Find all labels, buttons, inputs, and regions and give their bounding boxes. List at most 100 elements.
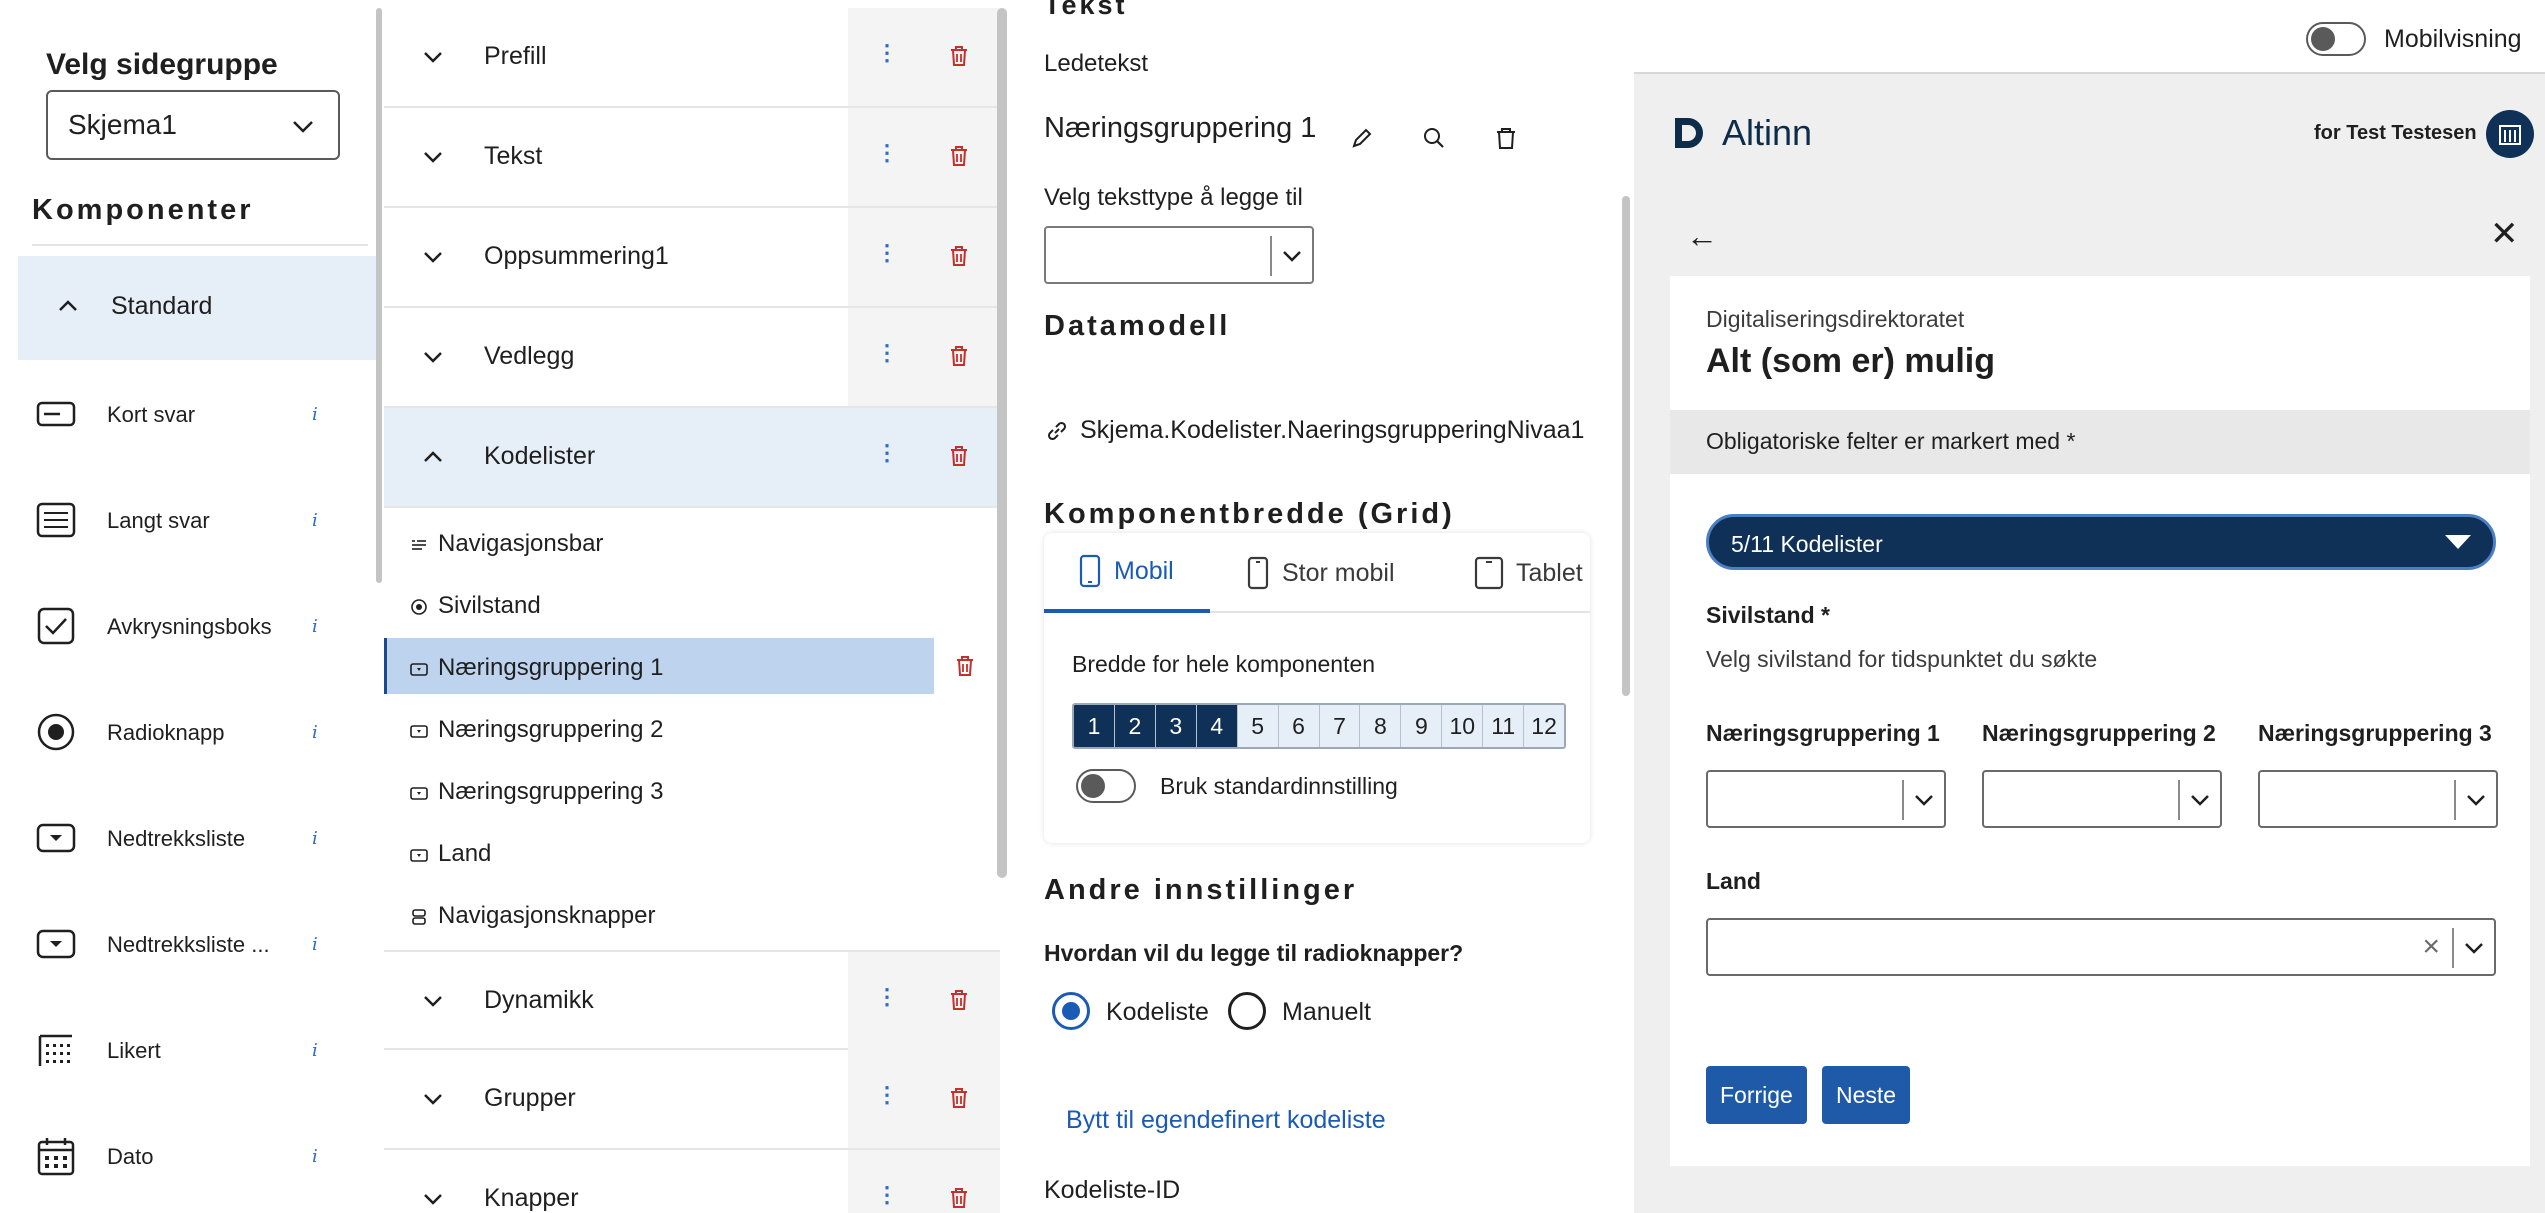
standard-group-label: Standard bbox=[111, 292, 213, 320]
grid-cell[interactable]: 8 bbox=[1360, 705, 1402, 747]
search-icon[interactable] bbox=[1418, 122, 1450, 154]
component-item-radio[interactable]: Radioknapp i bbox=[18, 680, 376, 786]
tree-group-oppsummering[interactable]: Oppsummering1 ⋮ bbox=[384, 208, 1000, 308]
component-item-long-answer[interactable]: Langt svar i bbox=[18, 468, 376, 574]
tree-group-knapper[interactable]: Knapper ⋮ bbox=[384, 1150, 1000, 1213]
info-icon[interactable]: i bbox=[312, 404, 318, 425]
grid-cell[interactable]: 4 bbox=[1196, 705, 1238, 747]
components-scrollbar[interactable] bbox=[376, 8, 382, 583]
standard-toggle[interactable] bbox=[1076, 769, 1136, 803]
tab-mobil[interactable]: Mobil bbox=[1044, 533, 1210, 613]
land-dropdown[interactable]: × bbox=[1706, 918, 2496, 976]
component-item-dropdown-multi[interactable]: Nedtrekksliste ... i bbox=[18, 892, 376, 998]
grid-cell[interactable]: 2 bbox=[1114, 705, 1156, 747]
more-options-icon[interactable]: ⋮ bbox=[876, 240, 898, 266]
delete-icon[interactable] bbox=[948, 988, 970, 1012]
delete-icon[interactable] bbox=[948, 244, 970, 268]
tree-item-naeringsgruppering-1[interactable]: Næringsgruppering 1 bbox=[384, 638, 1000, 700]
dropdown-icon bbox=[410, 787, 428, 800]
delete-icon[interactable] bbox=[948, 444, 970, 468]
more-options-icon[interactable]: ⋮ bbox=[876, 140, 898, 166]
component-item-date[interactable]: Dato i bbox=[18, 1104, 376, 1210]
clear-icon[interactable]: × bbox=[2422, 930, 2440, 964]
tree-item-naeringsgruppering-2[interactable]: Næringsgruppering 2 bbox=[384, 700, 1000, 762]
dropdown-icon bbox=[36, 823, 76, 853]
mobile-view-toggle[interactable] bbox=[2306, 22, 2366, 56]
grid-cell[interactable]: 6 bbox=[1278, 705, 1320, 747]
naeringsgruppering-3-dropdown[interactable] bbox=[2258, 770, 2498, 828]
tree-item-navigasjonsknapper[interactable]: Navigasjonsknapper bbox=[384, 886, 1000, 948]
grid-cell[interactable]: 11 bbox=[1483, 705, 1525, 747]
component-label: Dato bbox=[107, 1144, 154, 1169]
pencil-icon[interactable] bbox=[1346, 122, 1378, 154]
altinn-logo: Altinn bbox=[1670, 112, 1812, 154]
other-settings-title: Andre innstillinger bbox=[1044, 874, 1358, 906]
delete-icon[interactable] bbox=[948, 1186, 970, 1210]
info-icon[interactable]: i bbox=[312, 510, 318, 531]
info-icon[interactable]: i bbox=[312, 934, 318, 955]
grid-cell[interactable]: 10 bbox=[1442, 705, 1484, 747]
naeringsgruppering-2-dropdown[interactable] bbox=[1982, 770, 2222, 828]
delete-icon[interactable] bbox=[948, 144, 970, 168]
tree-group-label: Dynamikk bbox=[484, 986, 594, 1014]
org-avatar[interactable] bbox=[2486, 110, 2534, 158]
tree-item-sivilstand[interactable]: Sivilstand bbox=[384, 576, 1000, 638]
grid-cell[interactable]: 5 bbox=[1237, 705, 1279, 747]
text-type-select[interactable] bbox=[1044, 226, 1314, 284]
component-item-dropdown[interactable]: Nedtrekksliste i bbox=[18, 786, 376, 892]
grid-width-label: Bredde for hele komponenten bbox=[1072, 651, 1376, 677]
delete-icon[interactable] bbox=[948, 344, 970, 368]
tree-group-tekst[interactable]: Tekst ⋮ bbox=[384, 108, 1000, 208]
component-item-short-answer[interactable]: Kort svar i bbox=[18, 362, 376, 468]
properties-scrollbar[interactable] bbox=[1622, 196, 1630, 696]
back-arrow-icon[interactable]: ← bbox=[1686, 218, 1718, 255]
grid-cell[interactable]: 7 bbox=[1319, 705, 1361, 747]
tree-item-land[interactable]: Land bbox=[384, 824, 1000, 886]
more-options-icon[interactable]: ⋮ bbox=[876, 340, 898, 366]
info-icon[interactable]: i bbox=[312, 616, 318, 637]
info-icon[interactable]: i bbox=[312, 1040, 318, 1061]
tree-group-vedlegg[interactable]: Vedlegg ⋮ bbox=[384, 308, 1000, 408]
more-options-icon[interactable]: ⋮ bbox=[876, 984, 898, 1010]
tree-scrollbar[interactable] bbox=[997, 8, 1007, 878]
datamodel-binding[interactable]: Skjema.Kodelister.NaeringsgrupperingNiva… bbox=[1044, 416, 1584, 445]
info-icon[interactable]: i bbox=[312, 1146, 318, 1167]
tab-stor-mobil[interactable]: Stor mobil bbox=[1246, 533, 1395, 613]
component-item-likert[interactable]: Likert i bbox=[18, 998, 376, 1104]
naeringsgruppering-1-dropdown[interactable] bbox=[1706, 770, 1946, 828]
tree-group-prefill[interactable]: Prefill ⋮ bbox=[384, 8, 1000, 108]
radio-manuelt[interactable] bbox=[1228, 992, 1266, 1030]
tab-tablet[interactable]: Tablet bbox=[1474, 533, 1583, 613]
delete-icon[interactable] bbox=[948, 44, 970, 68]
page-group-select[interactable]: Skjema1 bbox=[46, 90, 340, 160]
tree-item-naeringsgruppering-3[interactable]: Næringsgruppering 3 bbox=[384, 762, 1000, 824]
next-button[interactable]: Neste bbox=[1822, 1066, 1911, 1124]
more-options-icon[interactable]: ⋮ bbox=[876, 40, 898, 66]
grid-cell[interactable]: 1 bbox=[1074, 705, 1115, 747]
more-options-icon[interactable]: ⋮ bbox=[876, 440, 898, 466]
grid-cell[interactable]: 9 bbox=[1401, 705, 1443, 747]
component-label: Kort svar bbox=[107, 402, 196, 427]
tree-group-kodelister[interactable]: Kodelister ⋮ bbox=[384, 408, 1000, 508]
mobile-icon bbox=[1247, 556, 1269, 590]
tree-item-navigasjonsbar[interactable]: Navigasjonsbar bbox=[384, 514, 1000, 576]
delete-icon[interactable] bbox=[954, 654, 976, 678]
switch-codelist-link[interactable]: Bytt til egendefinert kodeliste bbox=[1066, 1106, 1386, 1135]
more-options-icon[interactable]: ⋮ bbox=[876, 1082, 898, 1108]
info-icon[interactable]: i bbox=[312, 828, 318, 849]
standard-group-header[interactable]: Standard bbox=[18, 256, 376, 360]
close-icon[interactable]: ✕ bbox=[2490, 214, 2519, 254]
delete-icon[interactable] bbox=[948, 1086, 970, 1110]
page-nav-select[interactable]: 5/11 Kodelister bbox=[1706, 514, 2496, 570]
grid-cell[interactable]: 3 bbox=[1155, 705, 1197, 747]
component-item-checkbox[interactable]: Avkrysningsboks i bbox=[18, 574, 376, 680]
tree-group-grupper[interactable]: Grupper ⋮ bbox=[384, 1050, 1000, 1150]
tree-group-dynamikk[interactable]: Dynamikk ⋮ bbox=[384, 950, 1000, 1050]
more-options-icon[interactable]: ⋮ bbox=[876, 1182, 898, 1208]
info-icon[interactable]: i bbox=[312, 722, 318, 743]
tree-item-label: Navigasjonsbar bbox=[438, 530, 604, 557]
previous-button[interactable]: Forrige bbox=[1706, 1066, 1807, 1124]
radio-kodeliste[interactable] bbox=[1052, 992, 1090, 1030]
grid-cell[interactable]: 12 bbox=[1524, 705, 1564, 747]
delete-icon[interactable] bbox=[1490, 122, 1522, 154]
